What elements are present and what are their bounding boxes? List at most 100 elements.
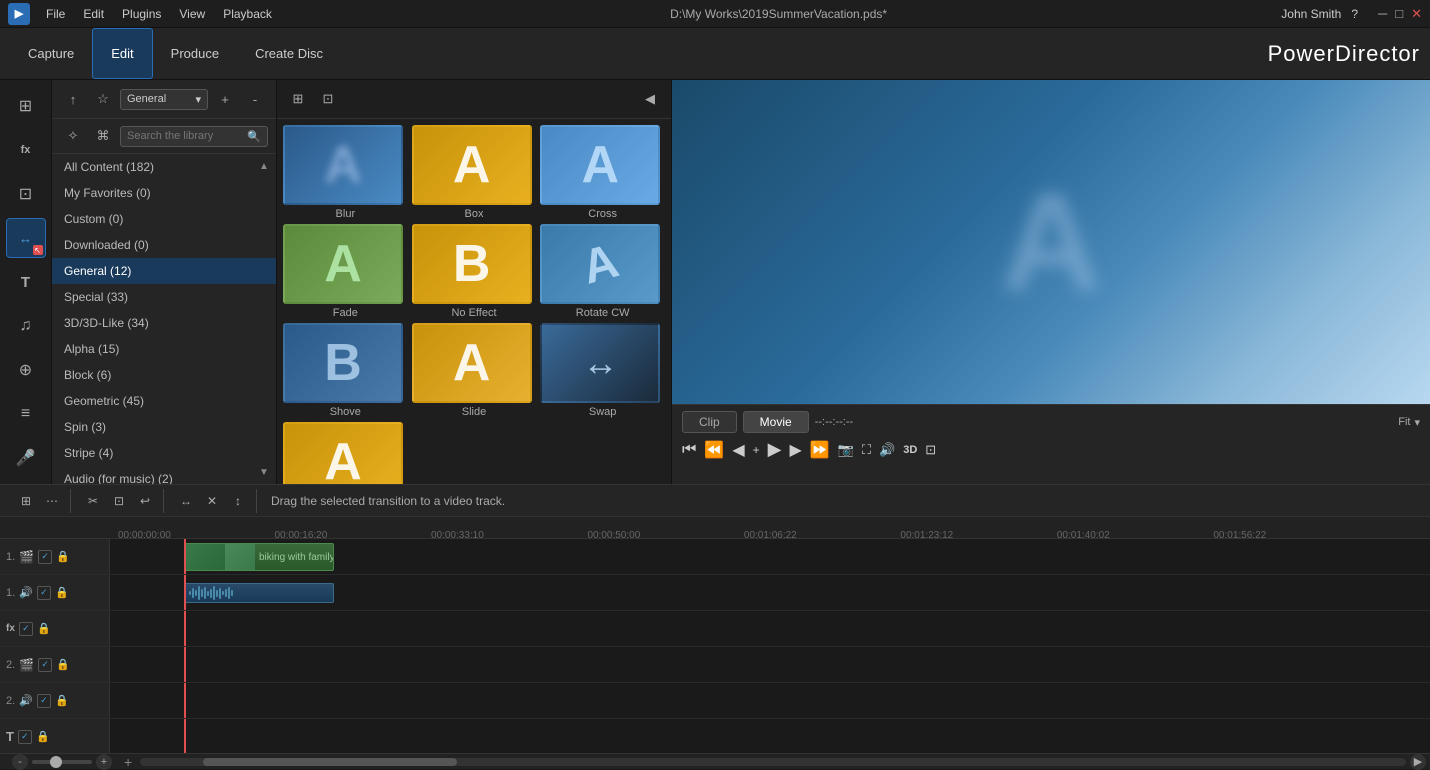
produce-btn[interactable]: Produce [153, 28, 237, 79]
close-btn[interactable]: ✕ [1411, 6, 1422, 22]
edit-btn[interactable]: Edit [92, 28, 152, 79]
category-spin[interactable]: Spin (3) [52, 414, 276, 440]
voice-room-icon[interactable]: 🎤 [6, 438, 46, 478]
scrollbar-track[interactable] [140, 758, 1406, 766]
menu-view[interactable]: View [175, 5, 209, 23]
category-all[interactable]: All Content (182) [52, 154, 276, 180]
category-dropdown[interactable]: General ▾ [120, 89, 208, 110]
category-downloaded[interactable]: Downloaded (0) [52, 232, 276, 258]
zoom-in-btn[interactable]: + [96, 754, 112, 770]
add-marker-btn[interactable]: + [753, 443, 760, 457]
title-room-icon[interactable]: T [6, 262, 46, 302]
track-visibility-1v[interactable]: ✓ [38, 550, 52, 564]
transition-cross[interactable]: Cross [540, 125, 665, 220]
fx-room-icon[interactable]: fx [6, 130, 46, 170]
category-custom[interactable]: Custom (0) [52, 206, 276, 232]
category-special[interactable]: Special (33) [52, 284, 276, 310]
grid-view-btn[interactable]: ⊞ [285, 86, 311, 112]
expand-view-btn[interactable]: ⊡ [315, 86, 341, 112]
volume-btn[interactable]: 🔊 [879, 442, 895, 458]
transition-noeffect[interactable]: No Effect [412, 224, 537, 319]
pip-room-icon[interactable]: ⊡ [6, 174, 46, 214]
audio-room-icon[interactable]: ♫ [6, 306, 46, 346]
transition-more[interactable] [283, 422, 408, 484]
capture-btn[interactable]: Capture [10, 28, 92, 79]
scroll-right-btn[interactable]: ▶ [1410, 754, 1426, 770]
filter-icon[interactable]: ⌘ [90, 123, 116, 149]
transition-slide[interactable]: Slide [412, 323, 537, 418]
wand-icon[interactable]: ✧ [60, 123, 86, 149]
search-bar[interactable]: 🔍 [120, 126, 268, 147]
audio-clip-1[interactable] [184, 583, 334, 603]
user-name[interactable]: John Smith [1281, 7, 1341, 21]
scrollbar-thumb[interactable] [203, 758, 456, 766]
menu-plugins[interactable]: Plugins [118, 5, 165, 23]
track-lock-1a[interactable]: 🔒 [55, 586, 69, 600]
video-clip-1[interactable]: biking with family time [184, 543, 334, 571]
back-btn[interactable]: ◀ [732, 440, 744, 460]
collapse-panel-btn[interactable]: ◀ [637, 86, 663, 112]
remove-btn[interactable]: - [242, 86, 268, 112]
help-icon[interactable]: ? [1351, 7, 1358, 21]
import-btn[interactable]: ↑ [60, 86, 86, 112]
search-input[interactable] [127, 130, 247, 142]
scroll-up-arrow[interactable]: ▲ [256, 158, 272, 174]
go-start-btn[interactable]: ⏮ [682, 441, 696, 459]
timeline-home-btn[interactable]: ⊞ [14, 489, 38, 513]
track-visibility-1a[interactable]: ✓ [37, 586, 51, 600]
create-disc-btn[interactable]: Create Disc [237, 28, 341, 79]
zoom-slider[interactable] [32, 760, 92, 764]
minimize-btn[interactable]: ─ [1378, 6, 1387, 22]
transition-rotatecw[interactable]: Rotate CW [540, 224, 665, 319]
add-track-btn[interactable]: + [124, 754, 132, 770]
category-audio[interactable]: Audio (for music) (2) [52, 466, 276, 484]
transition-remove-btn[interactable]: ✕ [200, 489, 224, 513]
timeline-trim-btn[interactable]: ⊡ [107, 489, 131, 513]
track-lock-2v[interactable]: 🔒 [56, 658, 70, 672]
fullscreen-btn[interactable]: ⛶ [862, 442, 871, 458]
track-lock-1v[interactable]: 🔒 [56, 550, 70, 564]
timeline-split-btn[interactable]: ✂ [81, 489, 105, 513]
add-btn[interactable]: + [212, 86, 238, 112]
category-3d[interactable]: 3D/3D-Like (34) [52, 310, 276, 336]
3d-btn[interactable]: 3D [903, 444, 917, 456]
movie-mode-btn[interactable]: Movie [743, 411, 809, 433]
media-room-icon[interactable]: ⊞ [6, 86, 46, 126]
menu-playback[interactable]: Playback [219, 5, 276, 23]
maximize-btn[interactable]: □ [1395, 6, 1403, 22]
timeline-undo-btn[interactable]: ↩ [133, 489, 157, 513]
category-favorites[interactable]: My Favorites (0) [52, 180, 276, 206]
timeline-magnet-btn[interactable]: ⋯ [40, 489, 64, 513]
transition-room-icon[interactable]: ↔ ↖ [6, 218, 46, 258]
track-lock-fx[interactable]: 🔒 [37, 622, 51, 636]
transition-type-btn[interactable]: ↕ [226, 489, 250, 513]
prev-frame-btn[interactable]: ⏪ [704, 440, 724, 460]
transition-blur[interactable]: Blur [283, 125, 408, 220]
zoom-out-btn[interactable]: - [12, 754, 28, 770]
track-lock-2a[interactable]: 🔒 [55, 694, 69, 708]
track-visibility-2v[interactable]: ✓ [38, 658, 52, 672]
next-frame-btn[interactable]: ▶ [790, 440, 802, 460]
external-btn[interactable]: ⊡ [925, 442, 936, 458]
fit-dropdown[interactable]: Fit ▾ [1398, 416, 1420, 429]
transition-swap[interactable]: Swap [540, 323, 665, 418]
category-geometric[interactable]: Geometric (45) [52, 388, 276, 414]
fast-forward-btn[interactable]: ⏩ [810, 440, 830, 460]
track-visibility-fx[interactable]: ✓ [19, 622, 33, 636]
transition-apply-btn[interactable]: ↔ [174, 489, 198, 513]
menu-edit[interactable]: Edit [79, 5, 108, 23]
zoom-room-icon[interactable]: ⊕ [6, 350, 46, 390]
menu-file[interactable]: File [42, 5, 69, 23]
track-visibility-2a[interactable]: ✓ [37, 694, 51, 708]
transition-shove[interactable]: Shove [283, 323, 408, 418]
transition-box[interactable]: Box [412, 125, 537, 220]
track-visibility-title[interactable]: ✓ [18, 730, 32, 744]
snapshot-btn[interactable]: 📷 [838, 442, 854, 458]
category-block[interactable]: Block (6) [52, 362, 276, 388]
category-general[interactable]: General (12) [52, 258, 276, 284]
track-lock-title[interactable]: 🔒 [36, 730, 50, 744]
category-alpha[interactable]: Alpha (15) [52, 336, 276, 362]
scroll-down-arrow[interactable]: ▼ [256, 464, 272, 480]
save-btn[interactable]: ☆ [90, 86, 116, 112]
play-btn[interactable]: ▶ [768, 439, 782, 460]
